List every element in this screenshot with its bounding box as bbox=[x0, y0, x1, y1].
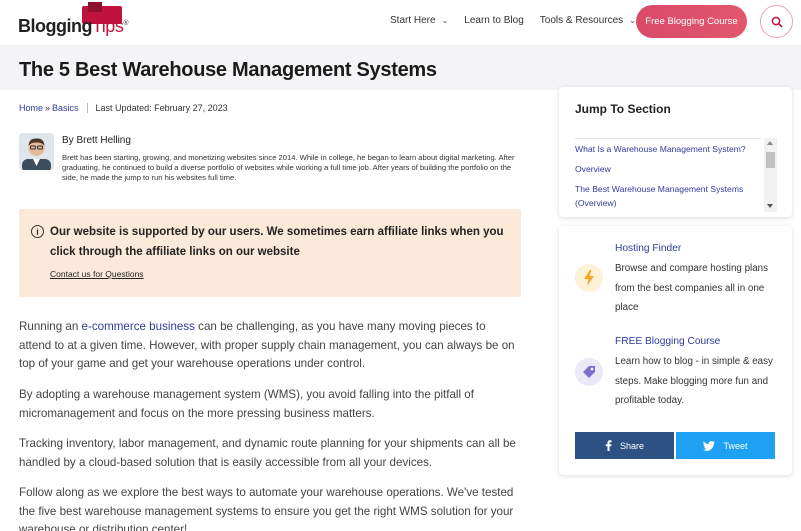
scroll-down-icon[interactable] bbox=[767, 204, 773, 208]
breadcrumb-home[interactable]: Home bbox=[19, 103, 43, 113]
free-course-text: Learn how to blog - in simple & easy ste… bbox=[615, 356, 773, 406]
free-course-link[interactable]: FREE Blogging Course bbox=[615, 336, 720, 347]
toc-item[interactable]: Overview bbox=[575, 162, 761, 176]
facebook-share-button[interactable]: Share bbox=[575, 432, 674, 459]
chevron-down-icon: ⌄ bbox=[441, 16, 449, 25]
search-icon bbox=[771, 16, 783, 28]
site-header: BloggingTips® Start Here ⌄ Learn to Blog … bbox=[0, 0, 801, 46]
twitter-tweet-button[interactable]: Tweet bbox=[676, 432, 775, 459]
nav-learn-to-blog[interactable]: Learn to Blog bbox=[464, 15, 524, 26]
main-nav: Start Here ⌄ Learn to Blog Tools & Resour… bbox=[390, 15, 652, 26]
promo-box: Hosting Finder Browse and compare hostin… bbox=[559, 226, 792, 475]
author-name: By Brett Helling bbox=[62, 135, 131, 146]
author-bio: Brett has been starting, growing, and mo… bbox=[62, 153, 515, 182]
contact-link[interactable]: Contact us for Questions bbox=[50, 269, 144, 279]
nav-start-here[interactable]: Start Here ⌄ bbox=[390, 15, 448, 26]
paragraph-tracking: Tracking inventory, labor management, an… bbox=[19, 437, 516, 469]
breadcrumb: Home » Basics Last Updated: February 27,… bbox=[19, 103, 228, 113]
search-button[interactable] bbox=[760, 5, 793, 38]
toc-item[interactable]: What Is a Warehouse Management System? bbox=[575, 142, 761, 156]
breadcrumb-separator: » bbox=[45, 103, 51, 113]
site-logo[interactable]: BloggingTips® bbox=[18, 2, 138, 40]
nav-tools-resources[interactable]: Tools & Resources ⌄ bbox=[540, 15, 636, 26]
jump-to-section: Jump To Section What Is a Warehouse Mana… bbox=[559, 87, 792, 217]
page-title: The 5 Best Warehouse Management Systems bbox=[19, 59, 437, 81]
facebook-icon bbox=[605, 440, 612, 451]
notice-text: Our website is supported by our users. W… bbox=[50, 226, 504, 258]
paragraph-wms: By adopting a warehouse management syste… bbox=[19, 388, 474, 420]
paragraph-follow: Follow along as we explore the best ways… bbox=[19, 486, 514, 531]
last-updated: Last Updated: February 27, 2023 bbox=[95, 103, 228, 113]
ecommerce-link[interactable]: e-commerce business bbox=[82, 320, 195, 333]
paragraph-intro: Running an e-commerce business can be ch… bbox=[19, 320, 515, 370]
affiliate-notice: i Our website is supported by our users.… bbox=[19, 209, 521, 297]
divider bbox=[86, 103, 88, 113]
hosting-finder-text: Browse and compare hosting plans from th… bbox=[615, 263, 769, 313]
hosting-finder-link[interactable]: Hosting Finder bbox=[615, 243, 681, 254]
free-course-button[interactable]: Free Blogging Course bbox=[636, 5, 747, 38]
chevron-down-icon: ⌄ bbox=[629, 16, 636, 25]
toc-scrollbar[interactable] bbox=[764, 138, 777, 212]
lightning-icon bbox=[575, 264, 603, 292]
breadcrumb-basics[interactable]: Basics bbox=[52, 103, 79, 113]
toc-title: Jump To Section bbox=[575, 102, 671, 116]
tag-icon bbox=[575, 358, 603, 386]
title-band: The 5 Best Warehouse Management Systems bbox=[0, 46, 801, 90]
scroll-up-icon[interactable] bbox=[767, 141, 773, 145]
author-avatar bbox=[19, 133, 54, 170]
twitter-icon bbox=[703, 440, 716, 451]
logo-text: BloggingTips® bbox=[18, 16, 128, 36]
toc-list[interactable]: What Is a Warehouse Management System? O… bbox=[575, 138, 761, 212]
scroll-thumb[interactable] bbox=[766, 152, 775, 168]
info-icon: i bbox=[31, 225, 44, 238]
toc-item[interactable]: The Best Warehouse Management Systems (O… bbox=[575, 182, 761, 210]
